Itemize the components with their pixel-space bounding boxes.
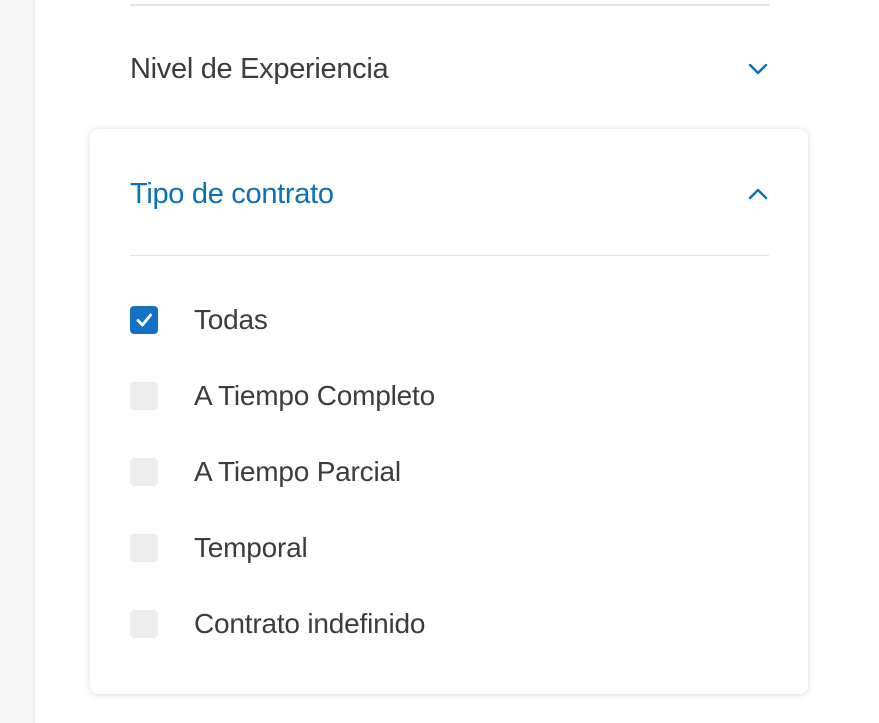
experience-filter-title: Nivel de Experiencia	[130, 52, 389, 85]
contract-filter-panel: Tipo de contrato Todas A Tiempo Completo…	[90, 129, 808, 694]
checkbox-unchecked[interactable]	[130, 458, 158, 486]
contract-filter-header[interactable]: Tipo de contrato	[130, 174, 769, 214]
experience-filter-header[interactable]: Nivel de Experiencia	[130, 49, 769, 89]
chevron-down-icon[interactable]	[747, 62, 769, 76]
contract-filter-title: Tipo de contrato	[130, 177, 334, 210]
option-label: Contrato indefinido	[194, 608, 426, 639]
contract-option-temporal[interactable]: Temporal	[130, 528, 308, 568]
contract-option-tiempo-parcial[interactable]: A Tiempo Parcial	[130, 452, 401, 492]
checkmark-icon	[136, 313, 152, 327]
left-gutter	[0, 0, 35, 723]
panel-divider	[130, 255, 769, 256]
contract-option-todas[interactable]: Todas	[130, 300, 268, 340]
contract-option-tiempo-completo[interactable]: A Tiempo Completo	[130, 376, 435, 416]
option-label: Todas	[194, 304, 268, 335]
option-label: A Tiempo Parcial	[194, 456, 401, 487]
contract-option-indefinido[interactable]: Contrato indefinido	[130, 604, 425, 644]
checkbox-unchecked[interactable]	[130, 534, 158, 562]
option-label: Temporal	[194, 532, 308, 563]
chevron-up-icon[interactable]	[747, 187, 769, 201]
top-divider	[130, 4, 769, 6]
checkbox-checked[interactable]	[130, 306, 158, 334]
checkbox-unchecked[interactable]	[130, 610, 158, 638]
checkbox-unchecked[interactable]	[130, 382, 158, 410]
option-label: A Tiempo Completo	[194, 380, 435, 411]
